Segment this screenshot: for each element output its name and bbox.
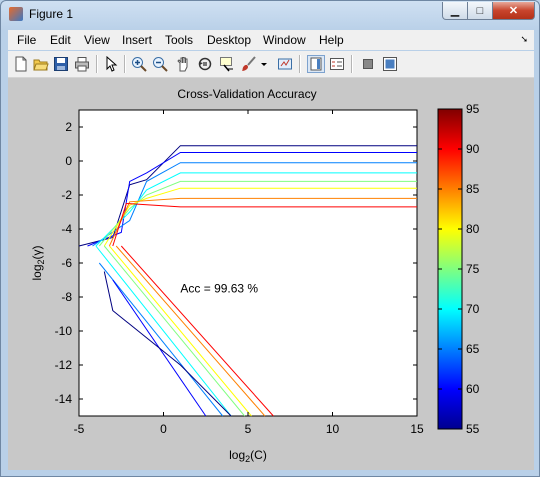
toolbar-separator bbox=[299, 55, 301, 73]
data-cursor-icon[interactable] bbox=[218, 55, 236, 73]
menu-window[interactable]: Window bbox=[263, 33, 306, 47]
toolbar-separator bbox=[124, 55, 126, 73]
pointer-icon[interactable] bbox=[102, 55, 120, 73]
colorbar-tick-label: 70 bbox=[466, 302, 480, 316]
zoom-in-icon[interactable] bbox=[130, 55, 148, 73]
rotate-3d-icon[interactable] bbox=[196, 55, 214, 73]
menu-insert[interactable]: Insert bbox=[122, 33, 152, 47]
maximize-button[interactable]: □ bbox=[467, 2, 493, 20]
insert-legend-icon[interactable] bbox=[328, 55, 346, 73]
toolbar-separator bbox=[351, 55, 353, 73]
colorbar-tick-label: 95 bbox=[466, 102, 480, 116]
plot-area[interactable] bbox=[78, 109, 418, 417]
colorbar-tick-label: 90 bbox=[466, 142, 480, 156]
menu-view[interactable]: View bbox=[84, 33, 110, 47]
y-tick-label: 0 bbox=[65, 154, 72, 168]
x-tick-label: -5 bbox=[74, 422, 85, 436]
menu-bar: File Edit View Insert Tools Desktop Wind… bbox=[8, 30, 534, 50]
minimize-button[interactable]: ▁ bbox=[442, 2, 468, 20]
y-tick-label: -4 bbox=[61, 222, 72, 236]
x-tick-label: 5 bbox=[245, 422, 252, 436]
figure-window: Figure 1 ▁ □ ✕ File Edit View Insert Too… bbox=[0, 0, 540, 477]
svg-text:log2(C): log2(C) bbox=[229, 448, 267, 464]
x-tick-label: 15 bbox=[410, 422, 424, 436]
colorbar-tick-label: 85 bbox=[466, 182, 480, 196]
title-bar[interactable]: Figure 1 ▁ □ ✕ bbox=[1, 1, 539, 29]
dropdown-arrow-icon[interactable] bbox=[259, 55, 269, 73]
new-figure-icon[interactable] bbox=[12, 55, 30, 73]
print-icon[interactable] bbox=[73, 55, 91, 73]
link-plot-icon[interactable] bbox=[276, 55, 294, 73]
menu-file[interactable]: File bbox=[17, 33, 36, 47]
contour-plot[interactable]: Cross-Validation Accuracy -5 0 5 10 1520-2-4… bbox=[8, 78, 534, 470]
colorbar-tick-label: 55 bbox=[466, 422, 480, 436]
menu-desktop[interactable]: Desktop bbox=[207, 33, 251, 47]
accuracy-annotation: Acc = 99.63 % bbox=[180, 282, 258, 296]
menu-tools[interactable]: Tools bbox=[165, 33, 193, 47]
save-icon[interactable] bbox=[52, 55, 70, 73]
hide-plot-tools-icon[interactable] bbox=[359, 55, 377, 73]
menu-edit[interactable]: Edit bbox=[50, 33, 71, 47]
pan-icon[interactable] bbox=[174, 55, 192, 73]
insert-colorbar-icon[interactable] bbox=[307, 55, 325, 73]
y-tick-label: -6 bbox=[61, 256, 72, 270]
matlab-app-icon bbox=[9, 7, 23, 21]
svg-text:log2(γ): log2(γ) bbox=[30, 245, 46, 280]
close-button[interactable]: ✕ bbox=[492, 2, 535, 20]
x-tick-label: 10 bbox=[326, 422, 340, 436]
y-tick-label: -2 bbox=[61, 188, 72, 202]
y-tick-label: 2 bbox=[65, 120, 72, 134]
figure-toolbar bbox=[8, 51, 534, 78]
y-tick-label: -10 bbox=[55, 324, 73, 338]
zoom-out-icon[interactable] bbox=[151, 55, 169, 73]
brush-icon[interactable] bbox=[240, 55, 258, 73]
x-tick-label: 0 bbox=[160, 422, 167, 436]
y-tick-label: -8 bbox=[61, 290, 72, 304]
y-axis-label: log2(γ) bbox=[30, 245, 46, 280]
x-axis-label: log2(C) bbox=[229, 448, 267, 464]
menu-dock-arrow-icon[interactable]: ➘ bbox=[520, 34, 528, 45]
figure-canvas[interactable]: Cross-Validation Accuracy -5 0 5 10 15 2 0 -2 -4… bbox=[8, 78, 534, 470]
show-plot-tools-icon[interactable] bbox=[381, 55, 399, 73]
colorbar-tick-label: 65 bbox=[466, 342, 480, 356]
window-title: Figure 1 bbox=[29, 7, 74, 21]
window-bottom-border bbox=[8, 470, 534, 476]
colorbar-tick-label: 75 bbox=[466, 262, 480, 276]
toolbar-separator bbox=[96, 55, 98, 73]
menu-help[interactable]: Help bbox=[319, 33, 344, 47]
chart-title: Cross-Validation Accuracy bbox=[177, 87, 316, 101]
y-tick-label: -14 bbox=[55, 392, 73, 406]
colorbar-tick-label: 60 bbox=[466, 382, 480, 396]
open-file-icon[interactable] bbox=[32, 55, 50, 73]
y-tick-label: -12 bbox=[55, 358, 73, 372]
colorbar-tick-label: 80 bbox=[466, 222, 480, 236]
